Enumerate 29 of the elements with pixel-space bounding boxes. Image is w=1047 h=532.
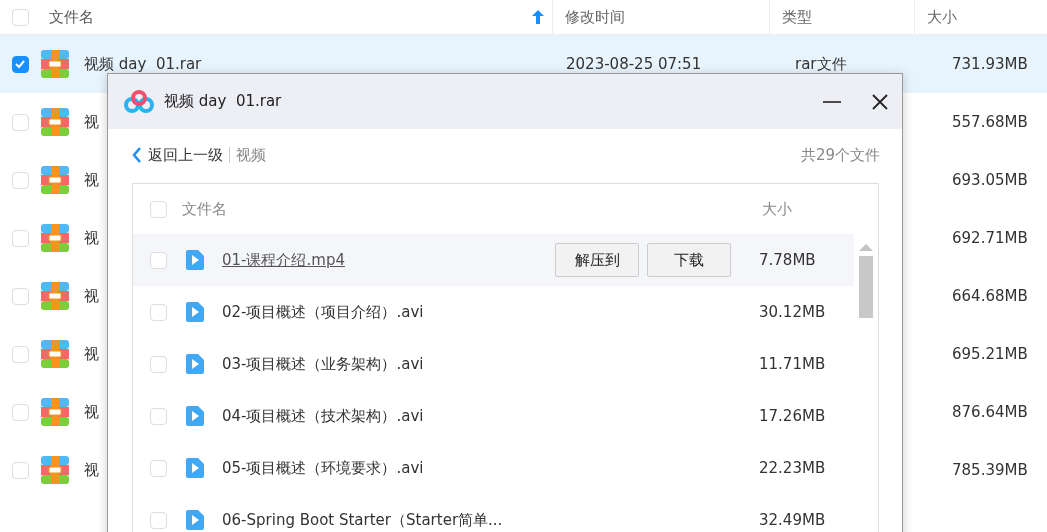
file-size: 557.68MB	[952, 113, 1028, 131]
dialog-title: 视频 day 01.rar	[164, 92, 282, 111]
file-type: rar文件	[795, 54, 847, 73]
file-size: 876.64MB	[952, 403, 1028, 421]
file-name: 视	[84, 228, 99, 247]
file-name: 视频 day 01.rar	[84, 54, 202, 73]
column-header: 文件名	[182, 199, 228, 219]
folder-name: 视频	[236, 145, 266, 165]
file-name: 视	[84, 402, 99, 421]
column-header: 大小	[762, 199, 793, 219]
file-name: 视	[84, 170, 99, 189]
file-size: 693.05MB	[952, 171, 1028, 189]
file-size: 692.71MB	[952, 229, 1028, 247]
file-size: 731.93MB	[952, 55, 1028, 73]
archive-file-size: 17.26MB	[759, 407, 827, 425]
file-name: 视	[84, 286, 99, 305]
file-name: 视	[84, 460, 99, 479]
archive-file-size: 32.49MB	[759, 511, 827, 529]
file-size: 695.21MB	[952, 345, 1028, 363]
archive-file-size: 11.71MB	[759, 355, 827, 373]
modified-time: 2023-08-25 07:51	[566, 55, 702, 73]
archive-file-size: 7.78MB	[759, 251, 817, 269]
file-name: 视	[84, 344, 99, 363]
archive-file-size: 30.12MB	[759, 303, 827, 321]
file-size: 785.39MB	[952, 461, 1028, 479]
file-size: 664.68MB	[952, 287, 1028, 305]
archive-file-size: 22.23MB	[759, 459, 827, 477]
file-count: 共29个文件	[800, 145, 880, 165]
file-name: 视	[84, 112, 99, 131]
